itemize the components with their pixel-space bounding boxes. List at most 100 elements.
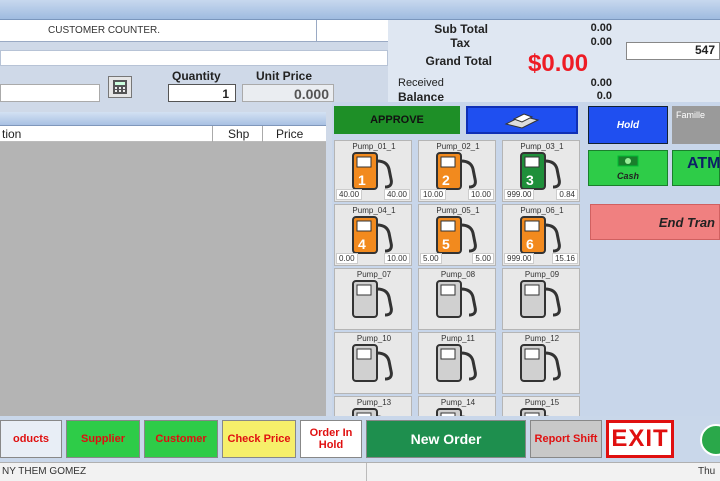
fuel-pump-icon: 3 bbox=[520, 152, 561, 190]
pump-volume: 15.16 bbox=[551, 253, 578, 264]
pump-name: Pump_15 bbox=[524, 398, 560, 407]
pump-tile[interactable]: Pump_05_1 5 5.00 5.00 bbox=[418, 204, 496, 266]
calculator-icon[interactable] bbox=[108, 76, 132, 98]
pump-tile[interactable]: Pump_07 bbox=[334, 268, 412, 330]
grand-total-value: $0.00 bbox=[528, 50, 589, 77]
pump-volume: 0.84 bbox=[556, 189, 578, 200]
pump-number: 5 bbox=[442, 236, 450, 252]
unit-price-input[interactable]: 0.000 bbox=[242, 84, 334, 102]
approve-button[interactable]: APPROVE bbox=[334, 106, 460, 134]
pump-tile[interactable]: Pump_03_1 3 999.00 0.84 bbox=[502, 140, 580, 202]
pump-volume: 40.00 bbox=[383, 189, 410, 200]
exit-button[interactable]: EXIT bbox=[606, 420, 674, 458]
divider bbox=[366, 463, 367, 481]
fuel-pump-icon bbox=[520, 280, 561, 318]
pump-name: Pump_09 bbox=[524, 270, 560, 279]
tax-label: Tax bbox=[450, 36, 470, 50]
pump-name: Pump_13 bbox=[356, 398, 392, 407]
barcode-input[interactable] bbox=[0, 84, 100, 102]
column-divider bbox=[212, 126, 213, 142]
pump-name: Pump_10 bbox=[356, 334, 392, 343]
status-date: Thu bbox=[698, 466, 716, 477]
customer-bar[interactable]: CUSTOMER COUNTER. bbox=[0, 20, 388, 42]
pump-name: Pump_05_1 bbox=[436, 206, 480, 215]
pump-name: Pump_11 bbox=[441, 334, 475, 343]
pump-volume: 10.00 bbox=[467, 189, 494, 200]
cash-icon bbox=[617, 155, 639, 167]
fuel-pump-icon: 2 bbox=[436, 152, 477, 190]
subtotal-label: Sub Total bbox=[434, 22, 488, 36]
pump-tile[interactable]: Pump_11 bbox=[418, 332, 496, 394]
atm-button[interactable]: ATM bbox=[672, 150, 720, 186]
pump-tile[interactable]: Pump_01_1 1 40.00 40.00 bbox=[334, 140, 412, 202]
pump-number: 2 bbox=[442, 172, 450, 188]
order-items-grid[interactable] bbox=[0, 142, 326, 416]
fuel-pump-icon bbox=[436, 280, 477, 318]
quantity-input[interactable]: 1 bbox=[168, 84, 236, 102]
pump-number: 1 bbox=[358, 172, 366, 188]
pump-tile[interactable]: Pump_02_1 2 10.00 10.00 bbox=[418, 140, 496, 202]
pump-tile[interactable]: Pump_09 bbox=[502, 268, 580, 330]
customer-button[interactable]: Customer bbox=[144, 420, 218, 458]
check-price-button[interactable]: Check Price bbox=[222, 420, 296, 458]
pump-tile[interactable]: Pump_06_1 6 999.00 15.16 bbox=[502, 204, 580, 266]
fuel-pump-icon: 4 bbox=[352, 216, 393, 254]
pump-amount: 40.00 bbox=[336, 189, 363, 200]
cash-drawer-button[interactable] bbox=[466, 106, 578, 134]
pump-amount: 999.00 bbox=[504, 253, 535, 264]
hold-button[interactable]: Hold bbox=[588, 106, 668, 144]
fuel-pump-icon bbox=[520, 344, 561, 382]
supplier-button[interactable]: Supplier bbox=[66, 420, 140, 458]
pump-amount: 5.00 bbox=[420, 253, 442, 264]
subtotal-value: 0.00 bbox=[590, 22, 612, 34]
report-shift-button[interactable]: Report Shift bbox=[530, 420, 602, 458]
fuel-pump-icon: 5 bbox=[436, 216, 477, 254]
pump-name: Pump_12 bbox=[524, 334, 560, 343]
customer-name: CUSTOMER COUNTER. bbox=[48, 25, 161, 36]
tax-value: 0.00 bbox=[590, 36, 612, 48]
column-divider bbox=[262, 126, 263, 142]
unit-price-label: Unit Price bbox=[256, 69, 313, 83]
grand-total-label: Grand Total bbox=[425, 54, 492, 68]
cash-label: Cash bbox=[616, 171, 639, 181]
title-bar bbox=[0, 0, 720, 20]
pump-name: Pump_07 bbox=[356, 270, 392, 279]
quantity-label: Quantity bbox=[172, 69, 221, 83]
pump-tile[interactable]: Pump_12 bbox=[502, 332, 580, 394]
products-button[interactable]: oducts bbox=[0, 420, 62, 458]
pump-tile[interactable]: Pump_08 bbox=[418, 268, 496, 330]
pump-tile[interactable]: Pump_04_1 4 0.00 10.00 bbox=[334, 204, 412, 266]
divider bbox=[316, 20, 317, 42]
pump-number: 6 bbox=[526, 236, 534, 252]
pump-amount: 10.00 bbox=[420, 189, 447, 200]
customer-info-field[interactable] bbox=[0, 50, 388, 66]
pump-name: Pump_01_1 bbox=[352, 142, 396, 151]
fuel-pump-icon: 6 bbox=[520, 216, 561, 254]
pump-amount: 999.00 bbox=[504, 189, 535, 200]
column-header-price[interactable]: Price bbox=[276, 127, 303, 141]
grid-toolbar bbox=[0, 112, 326, 126]
end-transaction-button[interactable]: End Tran bbox=[590, 204, 720, 240]
pump-tile[interactable]: Pump_10 bbox=[334, 332, 412, 394]
famille-button[interactable]: Famille bbox=[672, 106, 720, 144]
pump-name: Pump_14 bbox=[440, 398, 476, 407]
order-in-hold-button[interactable]: Order In Hold bbox=[300, 420, 362, 458]
fuel-pump-icon bbox=[352, 280, 393, 318]
cash-amount-input[interactable]: 547 bbox=[626, 42, 720, 60]
cash-drawer-icon bbox=[504, 113, 540, 129]
column-header-shp[interactable]: Shp bbox=[228, 127, 249, 141]
received-value: 0.00 bbox=[590, 77, 612, 89]
pump-name: Pump_03_1 bbox=[520, 142, 564, 151]
pump-number: 3 bbox=[526, 172, 534, 188]
new-order-button[interactable]: New Order bbox=[366, 420, 526, 458]
cashier-name: NY THEM GOMEZ bbox=[2, 466, 87, 477]
received-label: Received bbox=[398, 77, 444, 89]
pump-volume: 5.00 bbox=[472, 253, 494, 264]
pump-number: 4 bbox=[358, 236, 366, 252]
grid-header: tion Shp Price bbox=[0, 126, 326, 142]
fuel-pump-icon bbox=[436, 344, 477, 382]
column-header-description[interactable]: tion bbox=[2, 127, 21, 141]
fuel-pump-icon: 1 bbox=[352, 152, 393, 190]
pump-amount: 0.00 bbox=[336, 253, 358, 264]
cash-button[interactable]: Cash bbox=[588, 150, 668, 186]
